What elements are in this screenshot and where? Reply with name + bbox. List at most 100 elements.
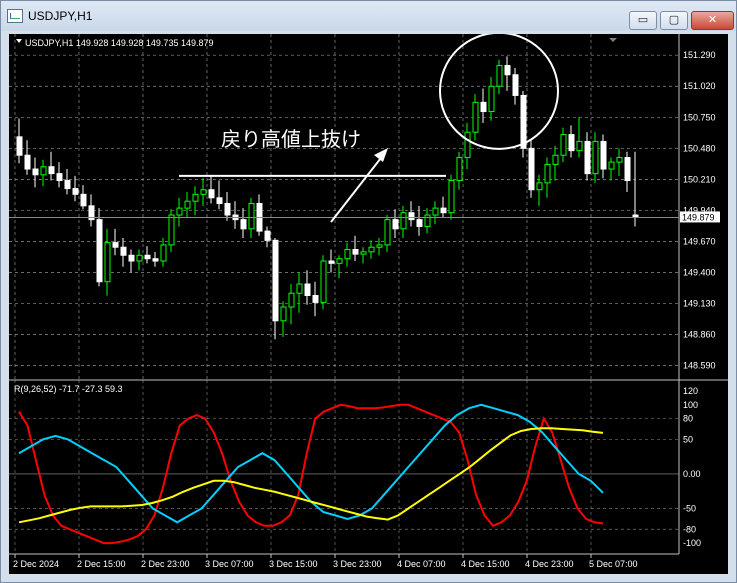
window-title: USDJPY,H1 <box>28 9 93 23</box>
title-bar[interactable]: USDJPY,H1 ▭ ▢ ✕ <box>1 1 736 31</box>
maximize-button[interactable]: ▢ <box>660 11 688 30</box>
bull-candle-body <box>576 140 583 152</box>
price-tick-label: 150.480 <box>683 143 716 153</box>
bull-candle-body <box>384 219 391 246</box>
bull-candle-body <box>336 258 343 264</box>
bear-candle-body <box>304 283 311 297</box>
bear-candle-body <box>96 219 103 283</box>
bull-candle-body <box>176 207 183 216</box>
price-tick-label: 149.670 <box>683 236 716 246</box>
price-grid <box>9 34 679 380</box>
price-tick-label: 150.210 <box>683 174 716 184</box>
price-tick-label: 150.750 <box>683 112 716 122</box>
bull-candle-body <box>184 200 191 209</box>
bull-candle-body <box>400 212 407 230</box>
bear-candle-body <box>328 260 335 264</box>
bull-candle-body <box>168 214 175 246</box>
oscillator-tick-label: 80 <box>683 414 693 424</box>
bull-candle-body <box>40 166 47 176</box>
candles <box>16 56 639 340</box>
price-tick-label: 151.020 <box>683 81 716 91</box>
bull-candle-body <box>376 244 383 248</box>
oscillator-tick-label: 50 <box>683 434 693 444</box>
bear-candle-body <box>144 254 151 260</box>
scroll-shift-icon[interactable] <box>609 38 617 42</box>
time-tick-label: 2 Dec 23:00 <box>141 559 190 569</box>
bear-candle-body <box>16 136 23 156</box>
bull-candle-body <box>280 306 287 322</box>
bear-candle-body <box>312 295 319 303</box>
oscillator-tick-label: -100 <box>683 538 701 548</box>
bull-candle-body <box>544 163 551 184</box>
bull-candle-body <box>616 157 623 163</box>
bull-candle-body <box>472 101 479 133</box>
legend-arrow-icon[interactable] <box>16 39 22 43</box>
time-axis: 2 Dec 2024 2 Dec 15:00 2 Dec 23:00 3 Dec 07… <box>13 554 638 569</box>
bear-candle-body <box>80 193 87 207</box>
bull-candle-body <box>192 193 199 202</box>
bear-candle-body <box>72 188 79 195</box>
bear-candle-body <box>208 189 215 199</box>
oscillator-tick-label: -50 <box>683 504 696 514</box>
time-tick-label: 4 Dec 15:00 <box>461 559 510 569</box>
oscillator-tick-label: 120 <box>683 386 698 396</box>
close-button[interactable]: ✕ <box>691 11 734 30</box>
bear-candle-body <box>216 197 223 205</box>
bear-candle-body <box>264 230 271 241</box>
price-tick-label: 148.590 <box>683 361 716 371</box>
bear-candle-body <box>416 219 423 228</box>
minimize-button[interactable]: ▭ <box>629 11 657 30</box>
bear-candle-body <box>480 101 487 113</box>
bear-candle-body <box>112 242 119 248</box>
time-tick-label: 2 Dec 2024 <box>13 559 59 569</box>
price-tick-label: 149.400 <box>683 268 716 278</box>
bear-candle-body <box>512 74 519 96</box>
bull-candle-body <box>248 203 255 230</box>
bull-candle-body <box>464 131 471 159</box>
bear-candle-body <box>56 173 63 182</box>
chart-window: USDJPY,H1 ▭ ▢ ✕ 151.290 151.020 150.750 150… <box>0 0 737 583</box>
oscillator-tick-label: -80 <box>683 524 696 534</box>
bull-candle-body <box>552 154 559 165</box>
time-tick-label: 3 Dec 15:00 <box>269 559 318 569</box>
bull-candle-body <box>320 260 327 303</box>
bull-candle-body <box>488 85 495 113</box>
bear-candle-body <box>600 140 607 170</box>
chart-window-icon <box>7 9 23 23</box>
price-tick-label: 148.860 <box>683 330 716 340</box>
bear-candle-body <box>48 166 55 175</box>
price-tick-label: 149.130 <box>683 299 716 309</box>
oscillator-axis: 120 100 80 50 0.00 -50 -80 -100 <box>683 386 701 548</box>
bull-candle-body <box>104 242 111 283</box>
bull-candle-body <box>160 244 167 262</box>
bear-candle-body <box>504 65 511 76</box>
breakout-arrow-line <box>330 153 385 223</box>
annotation-text: 戻り高値上抜け <box>221 128 361 151</box>
bear-candle-body <box>32 168 39 176</box>
bear-candle-body <box>128 254 135 262</box>
bear-candle-body <box>624 157 631 182</box>
bull-candle-body <box>424 214 431 228</box>
time-tick-label: 4 Dec 07:00 <box>397 559 446 569</box>
chart-area[interactable]: 151.290 151.020 150.750 150.480 150.210 149.9… <box>9 31 728 574</box>
bear-candle-body <box>224 203 231 216</box>
price-legend: USDJPY,H1 149.928 149.928 149.735 149.87… <box>25 38 214 48</box>
bear-candle-body <box>24 154 31 170</box>
bear-candle-body <box>520 94 527 149</box>
bull-candle-body <box>448 180 455 214</box>
price-axis: 151.290151.020150.750150.480150.210149.9… <box>683 50 716 370</box>
bull-candle-body <box>296 283 303 294</box>
bear-candle-body <box>408 212 415 221</box>
bear-candle-body <box>120 246 127 256</box>
price-tick-label: 151.290 <box>683 50 716 60</box>
bull-candle-body <box>200 189 207 195</box>
time-tick-label: 3 Dec 07:00 <box>205 559 254 569</box>
chart-svg: 151.290151.020150.750150.480150.210149.9… <box>9 31 728 569</box>
oscillator-tick-label: 100 <box>683 400 698 410</box>
bull-candle-body <box>456 157 463 182</box>
bull-candle-body <box>536 182 543 191</box>
bear-candle-body <box>568 134 575 152</box>
bear-candle-body <box>352 249 359 255</box>
bull-candle-body <box>432 207 439 216</box>
bear-candle-body <box>440 207 447 214</box>
